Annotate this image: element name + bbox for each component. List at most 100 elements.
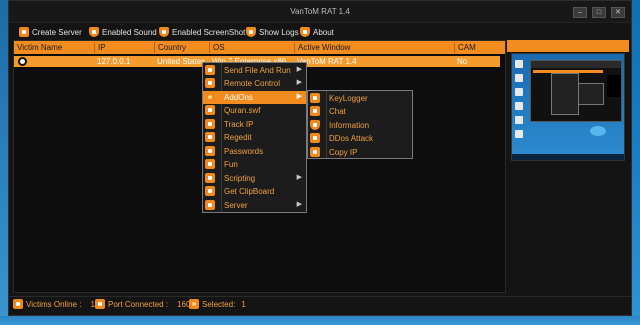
menu-item-label: Get ClipBoard	[224, 187, 275, 196]
preview-context-menu	[551, 73, 579, 115]
menu-item-get-clipboard[interactable]: Get ClipBoard	[203, 185, 306, 198]
submenu-arrow-icon: ▶	[296, 174, 302, 181]
chat-icon	[310, 106, 320, 116]
minimize-button[interactable]: –	[573, 7, 587, 18]
menu-item-information[interactable]: Information	[308, 119, 412, 132]
menu-item-server[interactable]: Server ▶	[203, 199, 306, 212]
send-icon	[205, 65, 215, 75]
menu-show-logs[interactable]: Show Logs	[246, 26, 299, 38]
menu-item-quran-swf[interactable]: Quran.swf	[203, 104, 306, 117]
info-icon	[310, 120, 320, 130]
submenu-arrow-icon: ▶	[296, 66, 302, 73]
column-header-country[interactable]: Country	[154, 42, 209, 53]
remote-icon	[205, 78, 215, 88]
menu-enabled-screenshot[interactable]: Enabled ScreenShot	[159, 26, 245, 38]
menu-item-copy-ip[interactable]: Copy IP	[308, 146, 412, 159]
menu-item-fun[interactable]: Fun	[203, 158, 306, 171]
screenshot-preview-panel	[507, 40, 629, 293]
menu-create-server[interactable]: Create Server	[19, 26, 82, 38]
preview-window	[530, 60, 622, 122]
menu-item-label: Fun	[224, 160, 238, 169]
menu-label: About	[313, 27, 334, 37]
keylogger-icon	[310, 93, 320, 103]
selected-label: Selected:	[202, 299, 236, 309]
menu-item-label: Send File And Run	[224, 66, 291, 75]
submenu-arrow-icon: ▶	[296, 93, 302, 100]
fun-icon	[205, 159, 215, 169]
preview-taskbar	[512, 154, 624, 160]
status-port-connected: Port Connected : 1604	[95, 299, 195, 309]
menu-item-label: Passwords	[224, 147, 264, 156]
desktop-logo	[590, 126, 606, 136]
menu-bar: Create Server Enabled Sound Enabled Scre…	[9, 24, 631, 40]
menu-about[interactable]: About	[300, 26, 334, 38]
menu-label: Create Server	[32, 27, 82, 37]
menu-item-label: Scripting	[224, 174, 256, 183]
column-header-ip[interactable]: IP	[94, 42, 154, 53]
menu-item-label: Quran.swf	[224, 106, 261, 115]
preview-window-titlebar	[531, 61, 621, 68]
menu-item-keylogger[interactable]: KeyLogger	[308, 92, 412, 105]
key-icon	[205, 146, 215, 156]
menu-item-ddos-attack[interactable]: DDos Attack	[308, 132, 412, 145]
preview-dark-panel	[607, 75, 621, 97]
column-header-cam[interactable]: CAM	[454, 42, 500, 53]
menu-item-label: DDos Attack	[329, 134, 374, 143]
shield-icon	[246, 27, 256, 37]
status-bar: Victims Online : 1 Port Connected : 1604…	[9, 296, 631, 310]
menu-item-chat[interactable]: Chat	[308, 105, 412, 118]
submenu-arrow-icon: ▶	[296, 79, 302, 86]
wrench-icon	[19, 27, 29, 37]
menu-label: Enabled ScreenShot	[172, 27, 246, 37]
menu-item-label: Remote Control	[224, 79, 281, 88]
server-icon	[205, 200, 215, 210]
close-button[interactable]: ✕	[611, 7, 625, 18]
track-icon	[205, 119, 215, 129]
star-icon	[205, 92, 215, 102]
title-bar[interactable]: VanToM RAT 1.4 – □ ✕	[9, 1, 631, 23]
status-victims-online: Victims Online : 1	[13, 299, 95, 309]
star-icon	[189, 299, 199, 309]
shield-icon	[300, 27, 310, 37]
desktop-background	[0, 0, 8, 325]
cell-ip: 127.0.0.1	[97, 57, 131, 66]
column-header-victim-name[interactable]: Victim Name	[14, 42, 94, 53]
menu-item-regedit[interactable]: Regedit	[203, 131, 306, 144]
desktop-icon	[515, 74, 523, 82]
column-header-os[interactable]: OS	[209, 42, 294, 53]
victim-context-menu: Send File And Run ▶ Remote Control ▶ Add…	[202, 62, 307, 213]
port-connected-label: Port Connected :	[108, 299, 169, 309]
menu-item-remote-control[interactable]: Remote Control ▶	[203, 77, 306, 90]
menu-item-passwords[interactable]: Passwords	[203, 145, 306, 158]
menu-item-addons[interactable]: AddOns ▶	[203, 91, 306, 104]
menu-item-label: Track IP	[224, 120, 254, 129]
victim-status-icon	[18, 57, 27, 66]
menu-item-label: Chat	[329, 107, 346, 116]
menu-item-label: AddOns	[224, 93, 253, 102]
table-header: Victim Name IP Country OS Active Window …	[14, 41, 505, 54]
menu-label: Enabled Sound	[102, 27, 157, 37]
menu-item-track-ip[interactable]: Track IP	[203, 118, 306, 131]
desktop-taskbar-edge	[0, 316, 640, 325]
shield-icon	[89, 27, 99, 37]
copy-icon	[310, 147, 320, 157]
menu-item-label: Information	[329, 121, 370, 130]
menu-item-send-file-and-run[interactable]: Send File And Run ▶	[203, 64, 306, 77]
remote-screenshot[interactable]	[511, 53, 625, 161]
rss-icon	[95, 299, 105, 309]
desktop-icon	[515, 130, 523, 138]
menu-item-label: Copy IP	[329, 148, 358, 157]
menu-label: Show Logs	[259, 27, 299, 37]
window-title: VanToM RAT 1.4	[290, 7, 350, 16]
maximize-button[interactable]: □	[592, 7, 606, 18]
submenu-arrow-icon: ▶	[296, 201, 302, 208]
column-header-active-window[interactable]: Active Window	[294, 42, 454, 53]
file-icon	[205, 105, 215, 115]
menu-enabled-sound[interactable]: Enabled Sound	[89, 26, 157, 38]
cell-cam: No	[457, 57, 468, 66]
preview-submenu	[578, 83, 604, 105]
desktop-icon	[515, 116, 523, 124]
cell-active-window: VanToM RAT 1.4	[297, 57, 357, 66]
script-icon	[205, 173, 215, 183]
menu-item-scripting[interactable]: Scripting ▶	[203, 172, 306, 185]
